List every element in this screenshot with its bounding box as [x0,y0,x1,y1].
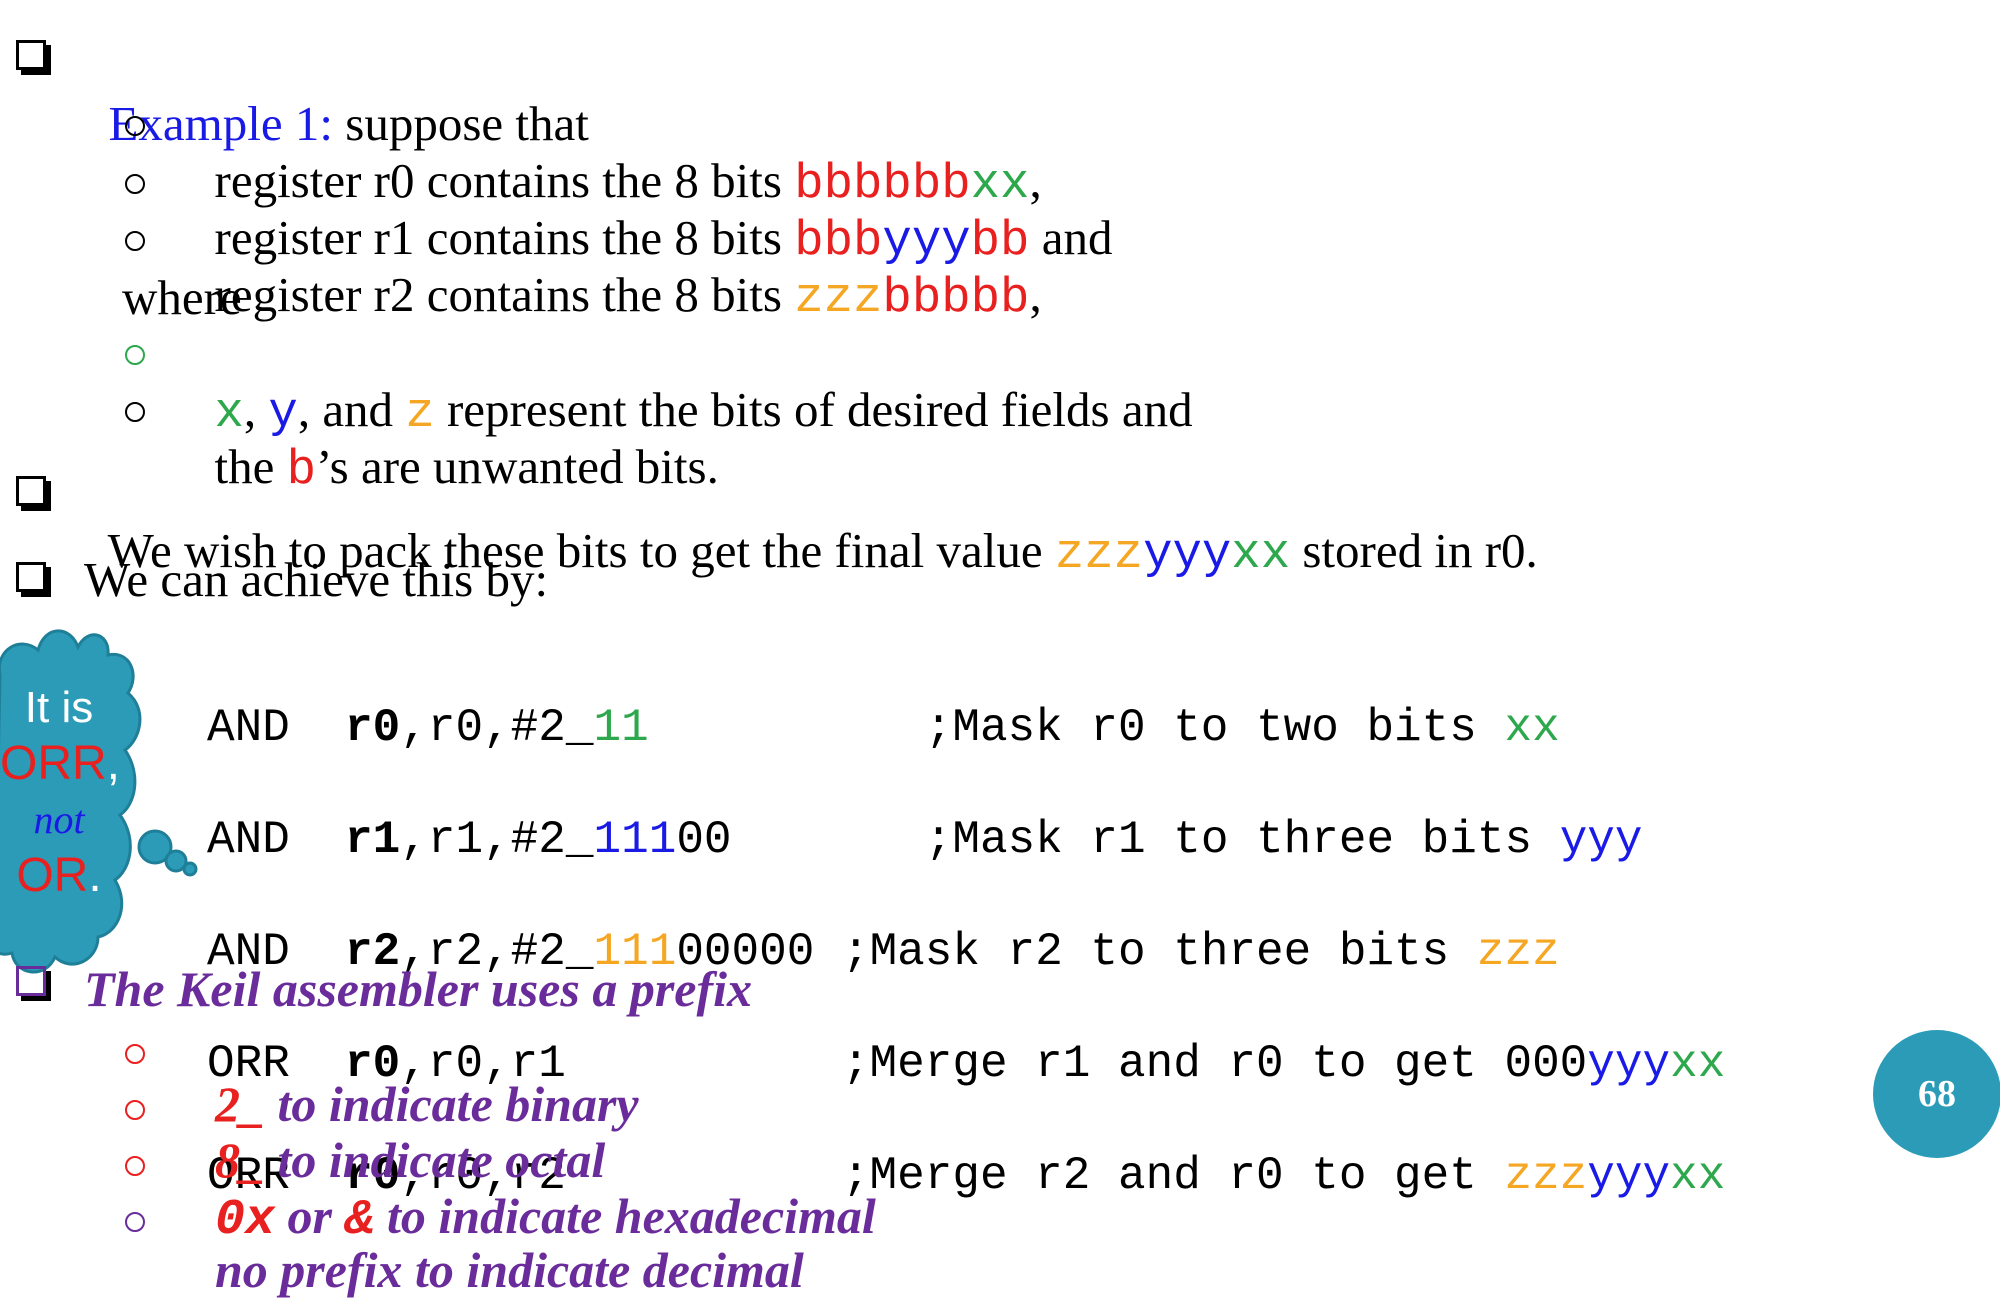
r1-post: and [1029,210,1113,265]
cloud-line-4: OR. [0,848,118,904]
keil-decimal-text: no prefix to indicate decimal [215,1242,804,1298]
checkbox-bullet-icon [16,562,51,597]
code-comment-y: yyy [1587,1038,1671,1090]
circle-bullet-icon [125,231,145,251]
pack-z: zzz [1054,526,1144,582]
code-comment-y: yyy [1587,1150,1671,1202]
code-comment-bits: yyy [1559,814,1643,866]
circle-bullet-icon [125,345,145,365]
code-dst: r0 [345,702,401,754]
r2-post: , [1029,267,1042,322]
code-op: AND [207,702,290,754]
code-comment-z: zzz [1504,1150,1588,1202]
code-op: AND [207,814,290,866]
cloud-text: It is ORR, not OR. [0,680,121,904]
keil-item-decimal: no prefix to indicate decimal [190,1183,804,1299]
circle-bullet-icon [125,174,145,194]
r2-bits-b: bbbbb [882,270,1030,326]
code-comment-zeros: 000 [1504,1038,1588,1090]
code-const-lo: 00 [676,814,732,866]
keil-title: The Keil assembler uses a prefix [84,961,753,1017]
cloud-line-2: ORR, [0,736,121,792]
circle-bullet-icon [125,1212,145,1232]
r2-line: register r2 contains the 8 bits zzzbbbbb… [190,211,1042,326]
cloud-comma: , [106,737,121,790]
circle-bullet-icon [125,1100,145,1120]
cloud-orr: ORR [0,737,107,790]
code-line: AND r1,r1,#2_11100 ;Mask r1 to three bit… [207,812,1725,868]
code-comment: ;Mask r2 to three bits [841,926,1477,978]
r2-pre: register r2 contains the 8 bits [214,267,795,322]
pack-post: stored in r0. [1290,523,1538,578]
code-args: ,r0,#2_ [400,702,594,754]
circle-bullet-icon [125,1044,145,1064]
cloud-line-1: It is [24,683,94,732]
code-const-hi: 111 [593,814,677,866]
code-args: ,r1,#2_ [400,814,594,866]
circle-bullet-icon [125,1156,145,1176]
code-const-hi: 11 [593,702,649,754]
cloud-line-3: not [33,797,85,842]
checkbox-bullet-icon [16,40,51,75]
circle-bullet-icon [125,402,145,422]
achieve-line: We can achieve this by: [84,552,549,607]
code-comment-bits: zzz [1476,926,1560,978]
circle-bullet-icon [125,116,145,136]
code-comment: ;Mask r1 to three bits [924,814,1560,866]
pack-y: yyy [1143,526,1232,582]
code-comment: ;Merge r1 and r0 to get [841,1038,1505,1090]
cloud-or: OR [16,849,89,902]
code-line: AND r0,r0,#2_11 ;Mask r0 to two bits xx [207,700,1725,756]
checkbox-bullet-icon [16,476,51,511]
pack-x: xx [1231,526,1291,582]
code-comment-bits: xx [1504,702,1560,754]
where-text: where [122,270,242,325]
code-dst: r1 [345,814,401,866]
page-number-badge: 68 [1873,1030,2000,1158]
code-comment-x: xx [1670,1150,1726,1202]
cloud-period: . [88,849,102,902]
checkbox-bullet-icon [16,966,51,1001]
r2-bits-z: zzz [794,270,883,326]
code-comment-x: xx [1670,1038,1726,1090]
code-comment: ;Mask r0 to two bits [924,702,1505,754]
code-comment: ;Merge r2 and r0 to get [841,1150,1505,1202]
